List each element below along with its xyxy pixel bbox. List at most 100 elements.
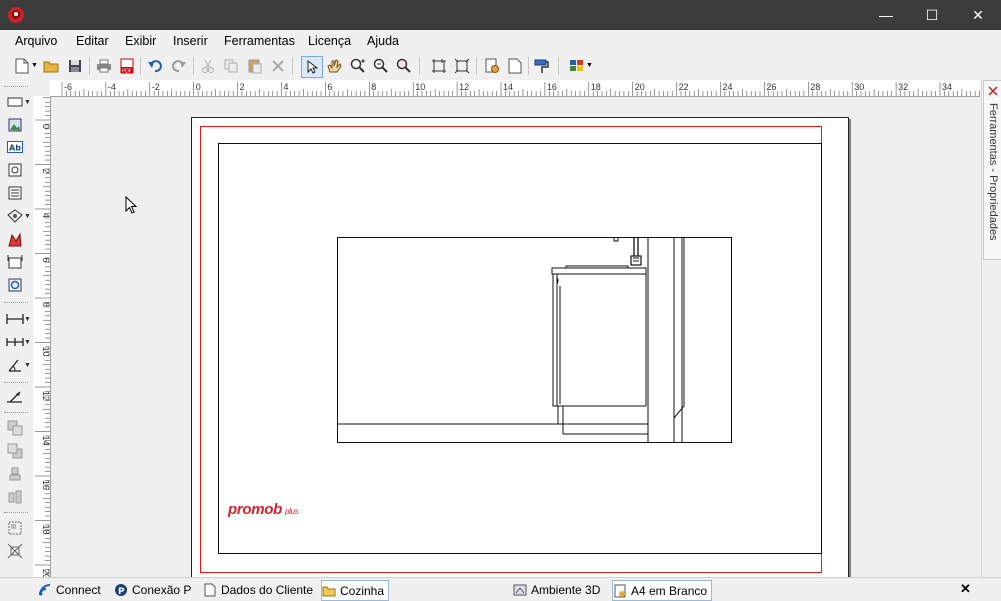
zoom-in-icon[interactable] bbox=[348, 56, 368, 76]
send-backward-icon[interactable] bbox=[5, 441, 25, 461]
paint-roller-icon[interactable] bbox=[532, 56, 552, 76]
view-3d-tool-icon[interactable] bbox=[5, 206, 25, 226]
page-setup-icon[interactable] bbox=[482, 56, 502, 76]
pan-hand-icon[interactable] bbox=[324, 56, 344, 76]
new-document-icon[interactable] bbox=[12, 56, 32, 76]
dimension-chain-dropdown-icon[interactable]: ▼ bbox=[24, 339, 31, 346]
ruler-label: 34 bbox=[942, 82, 952, 92]
left-toolbox: ▼ Ab ▼ ▼ ▼ ▼ bbox=[0, 80, 34, 577]
new-dropdown-arrow-icon[interactable]: ▼ bbox=[31, 62, 38, 69]
color-palette-icon[interactable] bbox=[567, 56, 587, 76]
ungroup-objects-icon[interactable] bbox=[5, 541, 25, 561]
ruler-label: 10 bbox=[415, 82, 425, 92]
ruler-label: 2 bbox=[41, 169, 50, 174]
horizontal-ruler[interactable]: -6 -4 -2 0 2 4 6 8 10 12 14 16 18 20 22 24 26 28 30 32 34 bbox=[50, 80, 980, 97]
ruler-label: 14 bbox=[503, 82, 513, 92]
close-tab-button[interactable]: ✕ bbox=[960, 581, 971, 597]
copy-icon[interactable] bbox=[221, 56, 241, 76]
tab-label: A4 em Branco bbox=[631, 583, 708, 598]
ole-object-icon[interactable] bbox=[5, 160, 25, 180]
open-folder-icon[interactable] bbox=[41, 56, 61, 76]
zoom-fit-icon[interactable] bbox=[394, 56, 414, 76]
tab-dados-cliente[interactable]: Dados do Cliente bbox=[203, 580, 313, 599]
select-pointer-icon[interactable] bbox=[301, 56, 323, 78]
menu-licenca[interactable]: Licença bbox=[308, 34, 351, 48]
delete-icon[interactable] bbox=[268, 56, 288, 76]
group-objects-icon[interactable] bbox=[5, 518, 25, 538]
tab-connect[interactable]: Connect bbox=[38, 580, 101, 599]
ambiente-3d-icon bbox=[513, 583, 527, 597]
rectangle-dropdown-icon[interactable]: ▼ bbox=[24, 99, 31, 106]
toolbox-separator bbox=[4, 382, 28, 383]
elevation-view-viewport[interactable] bbox=[337, 237, 732, 443]
list-tool-icon[interactable] bbox=[5, 183, 25, 203]
dimension-chain-tool-icon[interactable] bbox=[5, 332, 25, 352]
logo-main-text: promob bbox=[228, 501, 283, 518]
ruler-label: 20 bbox=[635, 82, 645, 92]
ruler-label: 4 bbox=[284, 82, 289, 92]
zoom-out-icon[interactable] bbox=[371, 56, 391, 76]
ruler-corner bbox=[33, 80, 51, 97]
fit-width-icon[interactable] bbox=[452, 56, 472, 76]
ruler-label: 18 bbox=[41, 525, 50, 535]
panel-pin-close-icon[interactable] bbox=[987, 85, 999, 97]
elevation-tool-icon[interactable] bbox=[5, 230, 25, 250]
layout-canvas[interactable]: promob plus bbox=[51, 97, 981, 577]
ruler-label: -4 bbox=[108, 82, 116, 92]
connect-icon bbox=[38, 583, 52, 597]
save-icon[interactable] bbox=[65, 56, 85, 76]
toolbar-separator bbox=[419, 57, 420, 75]
ruler-label: 4 bbox=[41, 213, 50, 218]
angle-dimension-dropdown-icon[interactable]: ▼ bbox=[24, 362, 31, 369]
ruler-label: 0 bbox=[196, 82, 201, 92]
app-logo-icon[interactable] bbox=[7, 6, 25, 24]
color-dropdown-arrow-icon[interactable]: ▼ bbox=[586, 62, 593, 69]
dimension-horizontal-dropdown-icon[interactable]: ▼ bbox=[24, 316, 31, 323]
cut-icon[interactable] bbox=[198, 56, 218, 76]
vertical-ruler[interactable]: 0 2 4 6 8 10 12 14 16 18 20 bbox=[33, 96, 51, 577]
menu-inserir[interactable]: Inserir bbox=[173, 34, 208, 48]
rectangle-tool-icon[interactable] bbox=[5, 92, 25, 112]
properties-panel-label[interactable]: Ferramentas - Propriedades bbox=[987, 103, 999, 241]
tab-ambiente-3d[interactable]: Ambiente 3D bbox=[513, 580, 600, 599]
tab-label: Ambiente 3D bbox=[531, 582, 601, 597]
ruler-label: 8 bbox=[371, 82, 376, 92]
undo-icon[interactable] bbox=[145, 56, 165, 76]
minimize-button[interactable]: — bbox=[863, 0, 909, 30]
a4-page[interactable]: promob plus bbox=[191, 117, 849, 577]
promob-logo: promob plus bbox=[228, 501, 299, 518]
close-button[interactable]: ✕ bbox=[955, 0, 1001, 30]
tab-conexao[interactable]: P Conexão P bbox=[114, 580, 191, 599]
ruler-label: 32 bbox=[898, 82, 908, 92]
ruler-label: 28 bbox=[810, 82, 820, 92]
image-tool-icon[interactable] bbox=[5, 115, 25, 135]
text-tool-icon[interactable]: Ab bbox=[5, 137, 25, 157]
plan-view-tool-icon[interactable] bbox=[5, 252, 25, 272]
menu-arquivo[interactable]: Arquivo bbox=[15, 34, 57, 48]
dimension-horizontal-tool-icon[interactable] bbox=[5, 309, 25, 329]
angle-dimension-tool-icon[interactable] bbox=[5, 355, 25, 375]
menu-editar[interactable]: Editar bbox=[76, 34, 109, 48]
pdf-export-icon[interactable]: PDF bbox=[117, 56, 137, 76]
align-bottom-icon[interactable] bbox=[5, 464, 25, 484]
ruler-label: 22 bbox=[679, 82, 689, 92]
properties-panel-tab[interactable]: Ferramentas - Propriedades bbox=[983, 80, 1001, 260]
leader-annotation-tool-icon[interactable] bbox=[5, 387, 25, 407]
menu-bar: Arquivo Editar Exibir Inserir Ferramenta… bbox=[0, 30, 1001, 53]
fit-page-icon[interactable] bbox=[429, 56, 449, 76]
print-icon[interactable] bbox=[94, 56, 114, 76]
menu-ajuda[interactable]: Ajuda bbox=[367, 34, 399, 48]
menu-ferramentas[interactable]: Ferramentas bbox=[224, 34, 295, 48]
tab-a4-em-branco[interactable]: A4 em Branco bbox=[612, 580, 713, 601]
bring-forward-icon[interactable] bbox=[5, 418, 25, 438]
view-3d-dropdown-icon[interactable]: ▼ bbox=[24, 213, 31, 220]
align-center-icon[interactable] bbox=[5, 487, 25, 507]
redo-icon[interactable] bbox=[169, 56, 189, 76]
rotate-view-tool-icon[interactable] bbox=[5, 275, 25, 295]
menu-exibir[interactable]: Exibir bbox=[125, 34, 156, 48]
ruler-label: 18 bbox=[591, 82, 601, 92]
tab-cozinha[interactable]: Cozinha bbox=[321, 580, 390, 601]
blank-page-icon[interactable] bbox=[505, 56, 525, 76]
paste-icon[interactable] bbox=[245, 56, 265, 76]
maximize-button[interactable]: ☐ bbox=[909, 0, 955, 30]
